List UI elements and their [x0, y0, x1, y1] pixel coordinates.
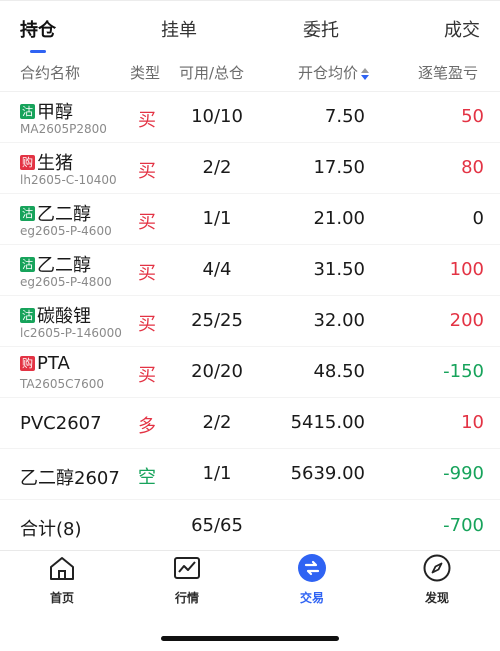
contract-name: 生猪 — [37, 153, 73, 174]
col-contract-name: 合约名称 — [20, 64, 81, 82]
open-avg-price: 31.50 — [313, 259, 365, 280]
trade-pnl: 50 — [461, 106, 484, 127]
tab-orders[interactable]: 委托 — [303, 16, 339, 42]
home-indicator[interactable] — [161, 636, 339, 641]
nav-label: 交易 — [299, 591, 324, 605]
position-type: 多 — [138, 416, 156, 437]
position-qty: 2/2 — [202, 412, 232, 433]
position-tabs: 持仓 挂单 委托 成交 — [0, 6, 500, 53]
nav-label: 行情 — [174, 591, 199, 605]
table-row[interactable]: 沽乙二醇 eg2605-P-4600 买 1/1 21.00 0 — [0, 194, 500, 245]
open-avg-price: 5415.00 — [290, 412, 365, 433]
contract-name: PTA — [37, 353, 70, 374]
contract-name: 乙二醇 — [37, 204, 91, 225]
trade-pnl: 100 — [449, 259, 484, 280]
position-qty: 10/10 — [191, 106, 243, 127]
tab-fills[interactable]: 成交 — [444, 16, 480, 42]
col-open-avg-price-label: 开仓均价 — [298, 64, 359, 82]
total-qty: 65/65 — [191, 515, 243, 536]
position-type: 买 — [138, 314, 156, 335]
put-badge-icon: 沽 — [20, 307, 35, 323]
contract-code: lc2605-P-146000 — [20, 326, 122, 340]
position-qty: 25/25 — [191, 310, 243, 331]
trade-pnl: 200 — [449, 310, 484, 331]
contract-name: 乙二醇 — [37, 255, 91, 276]
call-badge-icon: 购 — [20, 356, 35, 371]
market-chart-icon — [174, 557, 200, 579]
table-row[interactable]: 购生猪 lh2605-C-10400 买 2/2 17.50 80 — [0, 143, 500, 194]
position-qty: 1/1 — [202, 463, 232, 484]
table-row[interactable]: 沽甲醇 MA2605P2800 买 10/10 7.50 50 — [0, 92, 500, 143]
call-badge-icon: 购 — [20, 154, 35, 170]
tab-pending-orders[interactable]: 挂单 — [161, 16, 197, 42]
open-avg-price: 7.50 — [324, 106, 365, 127]
trade-pnl: -990 — [443, 463, 484, 484]
col-open-avg-price[interactable]: 开仓均价 — [298, 62, 370, 83]
contract-code: TA2605C7600 — [20, 377, 105, 391]
nav-home[interactable]: 首页 — [22, 553, 102, 606]
table-header: 合约名称 类型 可用/总仓 开仓均价 逐笔盈亏 — [0, 52, 500, 92]
position-type: 买 — [138, 365, 156, 386]
table-row[interactable]: 购 PTA TA2605C7600 买 20/20 48.50 -150 — [0, 347, 500, 398]
col-trade-pnl: 逐笔盈亏 — [418, 64, 479, 82]
total-pnl: -700 — [443, 515, 484, 536]
trade-pnl: 10 — [461, 412, 484, 433]
position-type: 买 — [138, 212, 156, 233]
position-qty: 20/20 — [191, 361, 243, 382]
bottom-nav: 首页 行情 交易 发现 — [0, 547, 500, 617]
position-qty: 2/2 — [202, 157, 232, 178]
home-icon — [50, 557, 74, 580]
put-badge-icon: 沽 — [20, 205, 35, 221]
compass-icon — [423, 554, 451, 582]
position-type: 空 — [138, 467, 156, 488]
open-avg-price: 21.00 — [313, 208, 365, 229]
contract-name: PVC2607 — [20, 413, 102, 434]
position-type: 买 — [138, 161, 156, 182]
put-badge-icon: 沽 — [20, 256, 35, 272]
top-divider — [0, 0, 500, 1]
nav-market[interactable]: 行情 — [147, 553, 227, 606]
trade-icon — [298, 554, 326, 582]
contract-name: 乙二醇2607 — [20, 468, 120, 489]
total-row: 合计(8) 65/65 -700 — [0, 500, 500, 551]
open-avg-price: 17.50 — [313, 157, 365, 178]
col-available-total: 可用/总仓 — [179, 64, 245, 82]
nav-label: 首页 — [49, 591, 74, 605]
trade-pnl: 0 — [472, 208, 484, 229]
table-row[interactable]: 沽乙二醇 eg2605-P-4800 买 4/4 31.50 100 — [0, 245, 500, 296]
tab-holdings[interactable]: 持仓 — [20, 16, 56, 42]
contract-name: 甲醇 — [37, 102, 73, 123]
trade-pnl: 80 — [461, 157, 484, 178]
open-avg-price: 48.50 — [313, 361, 365, 382]
contract-code: MA2605P2800 — [20, 122, 107, 136]
table-row[interactable]: PVC2607 多 2/2 5415.00 10 — [0, 398, 500, 449]
open-avg-price: 32.00 — [313, 310, 365, 331]
contract-code: lh2605-C-10400 — [20, 173, 117, 187]
nav-trade[interactable]: 交易 — [272, 553, 352, 606]
col-type: 类型 — [130, 64, 161, 82]
trade-pnl: -150 — [443, 361, 484, 382]
open-avg-price: 5639.00 — [290, 463, 365, 484]
total-label: 合计(8) — [20, 519, 82, 540]
put-badge-icon: 沽 — [20, 103, 35, 119]
nav-label: 发现 — [424, 591, 449, 605]
contract-code: eg2605-P-4800 — [20, 275, 112, 289]
table-row[interactable]: 乙二醇2607 空 1/1 5639.00 -990 — [0, 449, 500, 500]
table-row[interactable]: 沽碳酸锂 lc2605-P-146000 买 25/25 32.00 200 — [0, 296, 500, 347]
position-type: 买 — [138, 263, 156, 284]
contract-code: eg2605-P-4600 — [20, 224, 112, 238]
position-type: 买 — [138, 110, 156, 131]
sort-icon — [361, 67, 370, 80]
position-qty: 4/4 — [202, 259, 232, 280]
nav-discover[interactable]: 发现 — [397, 553, 477, 606]
position-qty: 1/1 — [202, 208, 232, 229]
positions-list: 沽甲醇 MA2605P2800 买 10/10 7.50 50 购生猪 lh26… — [0, 92, 500, 551]
contract-name: 碳酸锂 — [37, 306, 91, 327]
